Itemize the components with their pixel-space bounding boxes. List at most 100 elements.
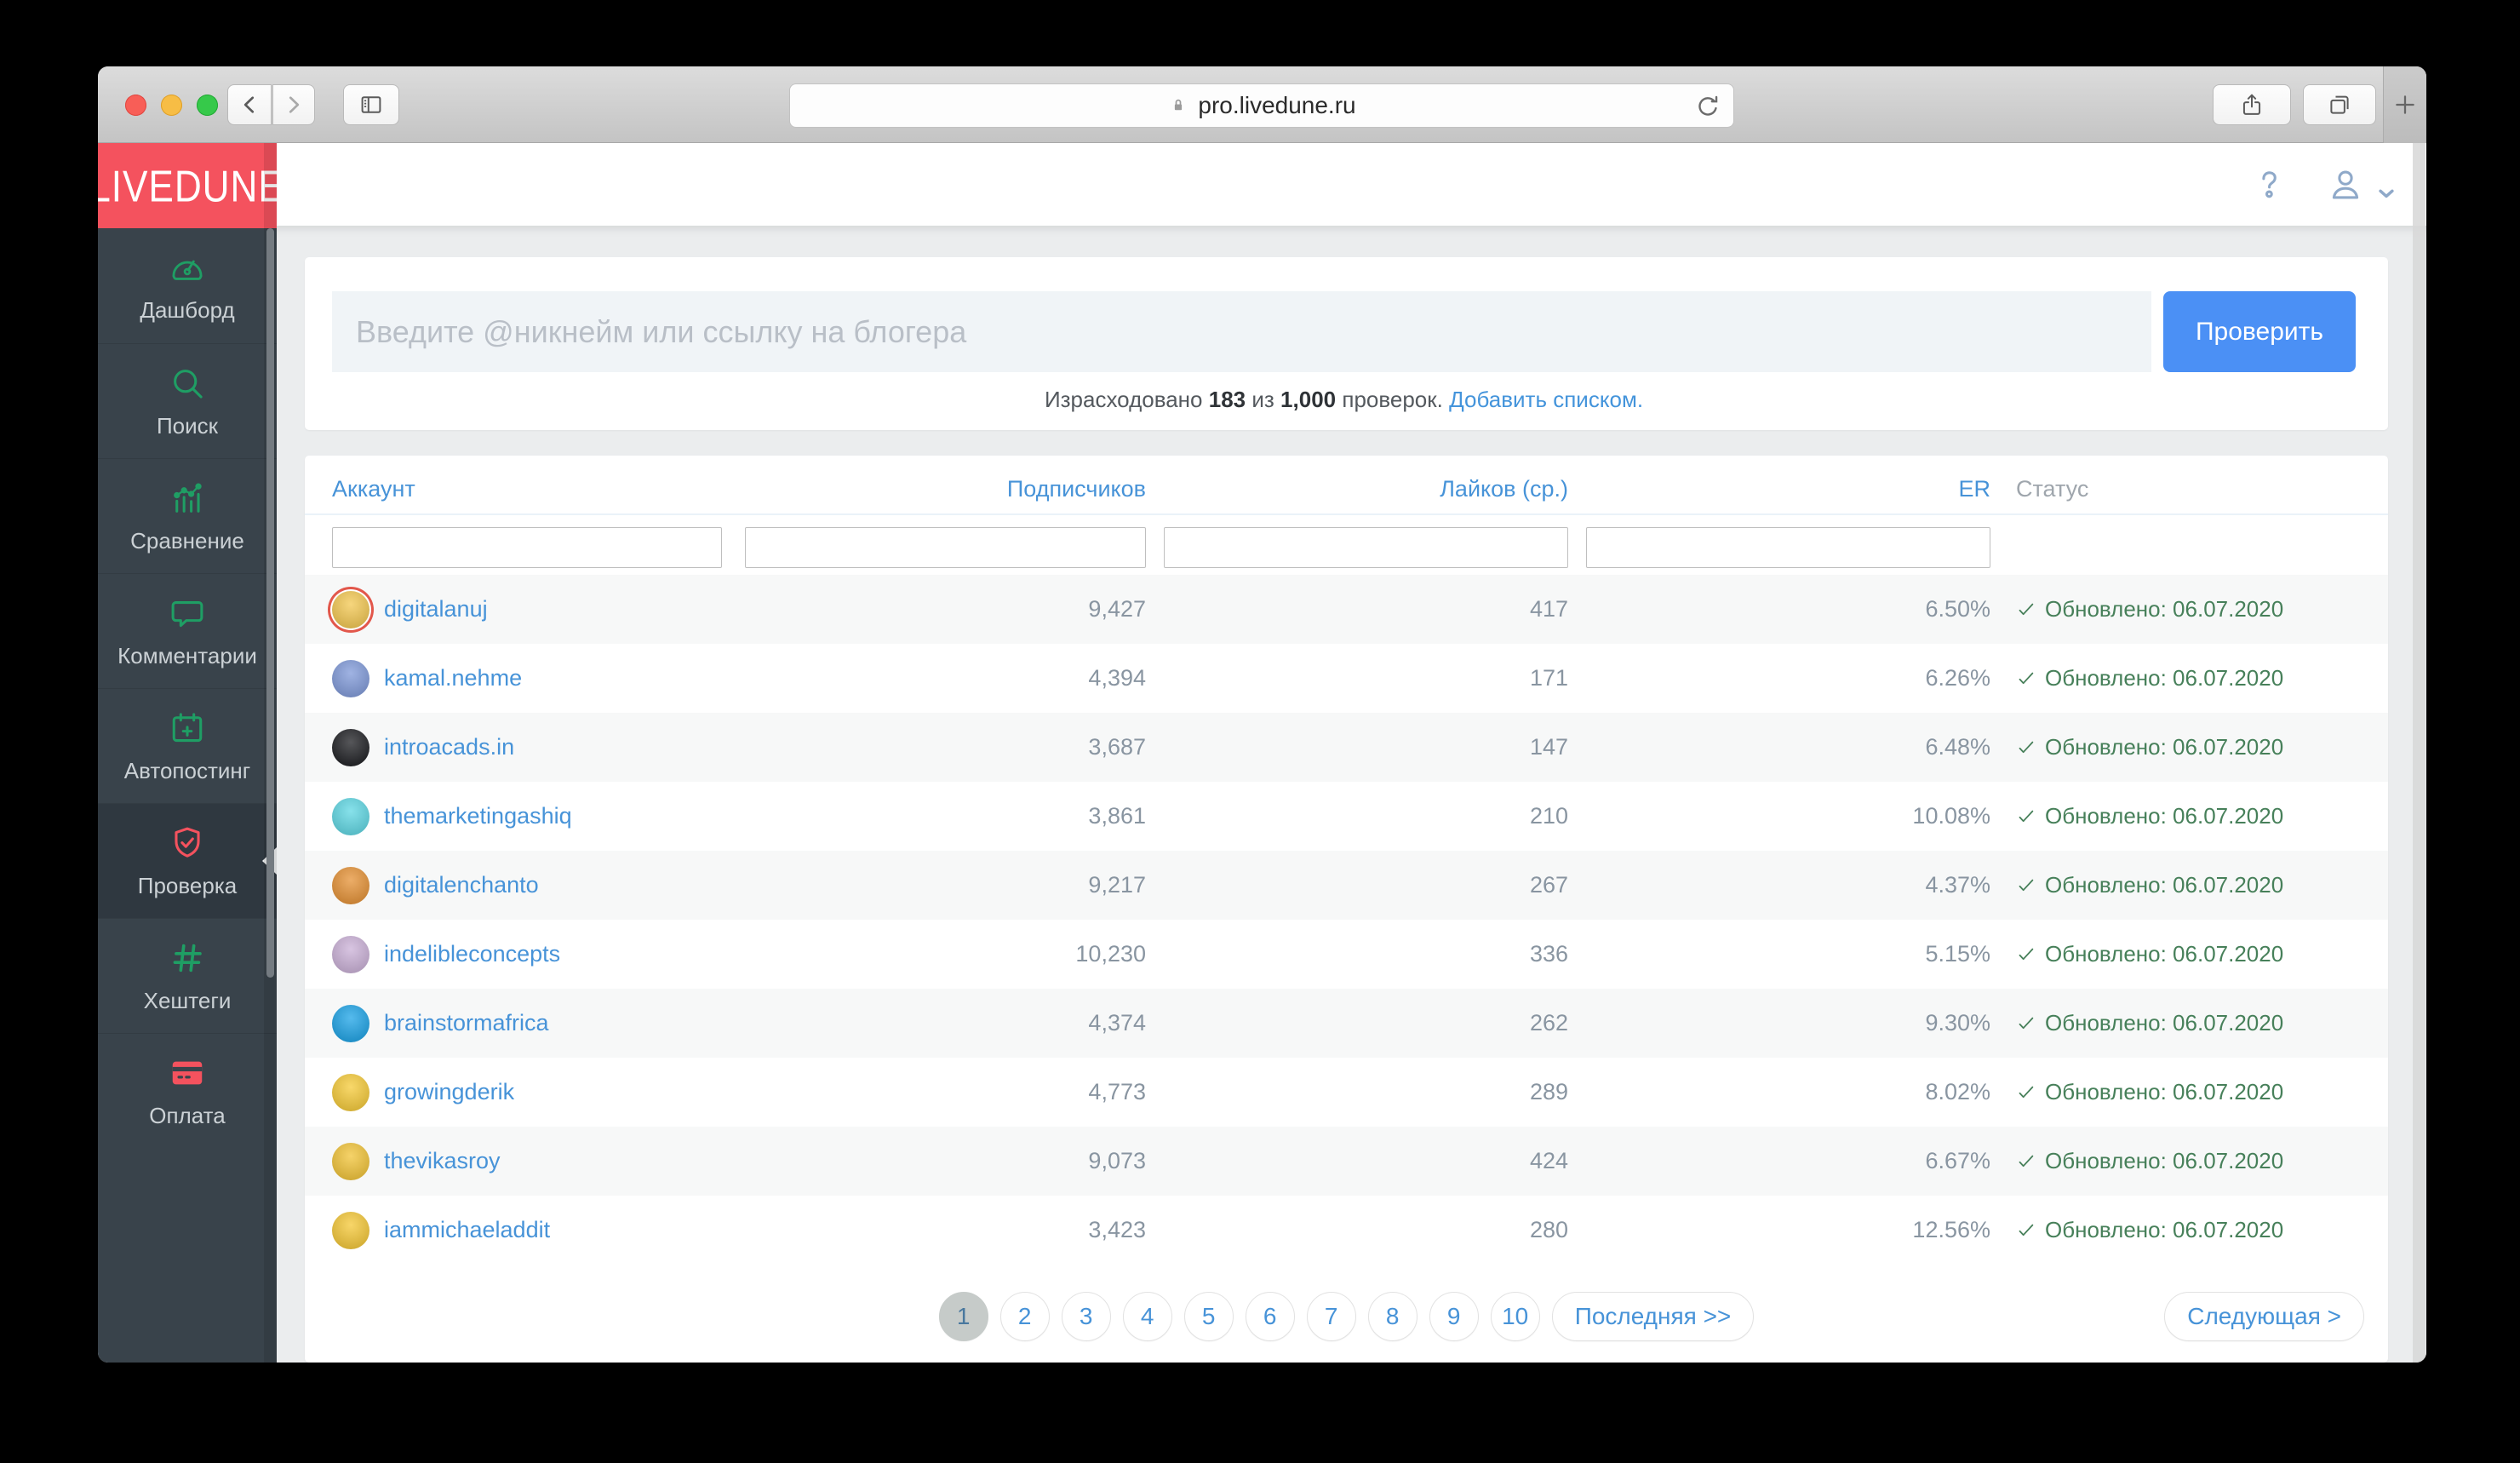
window-minimize-button[interactable] [161, 95, 182, 116]
add-list-link[interactable]: Добавить списком. [1449, 387, 1643, 412]
status-cell: Обновлено: 06.07.2020 [1990, 1217, 2361, 1243]
page-button-4[interactable]: 4 [1122, 1292, 1172, 1341]
status-text: Обновлено: 06.07.2020 [2045, 596, 2284, 622]
back-button[interactable] [227, 84, 272, 125]
avatar[interactable] [332, 590, 369, 628]
account-link[interactable]: introacads.in [384, 734, 514, 760]
filter-er-input[interactable] [1586, 527, 1990, 568]
status-text: Обновлено: 06.07.2020 [2045, 1010, 2284, 1036]
page-scrollbar[interactable] [2413, 143, 2426, 1363]
page-button-3[interactable]: 3 [1061, 1292, 1111, 1341]
column-header-account[interactable]: Аккаунт [332, 476, 745, 502]
followers-value: 3,687 [1088, 734, 1146, 760]
share-button[interactable] [2213, 84, 2291, 125]
sidebar-item-сравнение[interactable]: Сравнение [98, 458, 277, 573]
sidebar-item-оплата[interactable]: Оплата [98, 1033, 277, 1148]
hashtag-icon [168, 938, 207, 978]
window-close-button[interactable] [125, 95, 146, 116]
filter-likes-input[interactable] [1164, 527, 1568, 568]
app-logo[interactable]: LIVEDUNE [98, 143, 284, 228]
sidebar-item-дашборд[interactable]: Дашборд [98, 228, 277, 343]
avatar[interactable] [332, 1211, 369, 1249]
column-header-likes[interactable]: Лайков (ср.) [1146, 476, 1568, 502]
sidebar-item-комментарии[interactable]: Комментарии [98, 573, 277, 688]
avatar[interactable] [332, 1073, 369, 1111]
check-icon [2016, 668, 2036, 689]
column-header-followers[interactable]: Подписчиков [745, 476, 1146, 502]
column-header-er[interactable]: ER [1568, 476, 1990, 502]
sidebar-item-label: Дашборд [140, 297, 235, 323]
sidebar-item-хештеги[interactable]: Хештеги [98, 918, 277, 1033]
account-cell: iammichaeladdit [332, 1211, 745, 1249]
followers-value: 9,073 [1088, 1148, 1146, 1173]
avatar[interactable] [332, 659, 369, 697]
account-link[interactable]: thevikasroy [384, 1148, 501, 1174]
user-icon [2326, 165, 2365, 204]
account-cell: digitalanuj [332, 590, 745, 628]
account-link[interactable]: digitalanuj [384, 596, 488, 622]
checker-search-card: Проверить Израсходовано 183 из 1,000 про… [305, 257, 2388, 430]
address-bar[interactable]: pro.livedune.ru [789, 83, 1734, 128]
avatar[interactable] [332, 935, 369, 973]
page-button-9[interactable]: 9 [1429, 1292, 1479, 1341]
browser-window: pro.livedune.ru LIVEDUNE Дашборд Поиск С… [98, 66, 2426, 1363]
sidebar-item-автопостинг[interactable]: Автопостинг [98, 688, 277, 803]
account-link[interactable]: growingderik [384, 1079, 514, 1105]
sidebar-item-label: Поиск [156, 412, 219, 439]
er-value: 10.08% [1912, 803, 1990, 829]
avatar[interactable] [332, 728, 369, 766]
avatar[interactable] [332, 797, 369, 835]
page-button-1[interactable]: 1 [938, 1292, 988, 1341]
share-icon [2238, 91, 2265, 118]
account-link[interactable]: kamal.nehme [384, 665, 522, 691]
table-header-row: Аккаунт Подписчиков Лайков (ср.) ER Стат… [305, 464, 2388, 515]
new-tab-button[interactable] [2383, 66, 2426, 143]
account-link[interactable]: indelibleconcepts [384, 941, 560, 967]
page-button-6[interactable]: 6 [1245, 1292, 1295, 1341]
page-button-10[interactable]: 10 [1490, 1292, 1540, 1341]
help-button[interactable] [2249, 165, 2288, 204]
blogger-search-input[interactable] [332, 291, 2151, 372]
status-text: Обновлено: 06.07.2020 [2045, 872, 2284, 898]
status-cell: Обновлено: 06.07.2020 [1990, 596, 2361, 622]
sidebar: LIVEDUNE Дашборд Поиск Сравнение Коммент… [98, 143, 284, 1363]
check-icon [2016, 875, 2036, 896]
check-button[interactable]: Проверить [2163, 291, 2356, 372]
status-cell: Обновлено: 06.07.2020 [1990, 872, 2361, 898]
column-header-status: Статус [2016, 475, 2089, 502]
table-row: indelibleconcepts 10,230 336 5.15% Обнов… [305, 920, 2388, 989]
account-link[interactable]: brainstormafrica [384, 1010, 549, 1036]
pagination: 1 2 3 4 5 6 7 8 9 10 Последняя >> [305, 1292, 2388, 1341]
last-page-button[interactable]: Последняя >> [1551, 1292, 1755, 1341]
table-row: growingderik 4,773 289 8.02% Обновлено: … [305, 1058, 2388, 1127]
likes-value: 147 [1529, 734, 1568, 760]
avatar[interactable] [332, 1004, 369, 1042]
filter-account-input[interactable] [332, 527, 722, 568]
avatar[interactable] [332, 1142, 369, 1180]
er-value: 6.48% [1925, 734, 1990, 760]
page-button-7[interactable]: 7 [1306, 1292, 1356, 1341]
sidebar-toggle-button[interactable] [343, 84, 399, 125]
sidebar-item-поиск[interactable]: Поиск [98, 343, 277, 458]
usage-prefix: Израсходовано [1044, 387, 1203, 412]
show-tabs-button[interactable] [2303, 84, 2376, 125]
credit-card-icon [168, 1053, 207, 1093]
next-page-button[interactable]: Следующая > [2164, 1292, 2364, 1341]
table-filter-row [305, 527, 2388, 568]
account-cell: introacads.in [332, 728, 745, 766]
avatar[interactable] [332, 866, 369, 904]
sidebar-item-проверка[interactable]: Проверка [98, 803, 277, 918]
page-button-8[interactable]: 8 [1367, 1292, 1418, 1341]
forward-button[interactable] [272, 84, 315, 125]
account-link[interactable]: iammichaeladdit [384, 1217, 550, 1243]
page-button-5[interactable]: 5 [1183, 1292, 1234, 1341]
reload-button[interactable] [1692, 91, 1723, 122]
window-zoom-button[interactable] [197, 95, 218, 116]
account-link[interactable]: themarketingashiq [384, 803, 572, 829]
page-button-2[interactable]: 2 [999, 1292, 1050, 1341]
filter-followers-input[interactable] [745, 527, 1146, 568]
account-link[interactable]: digitalenchanto [384, 872, 539, 898]
account-menu-button[interactable] [2326, 165, 2394, 204]
sidebar-scrollbar[interactable] [264, 143, 277, 1363]
sidebar-scrollbar-thumb[interactable] [266, 228, 274, 978]
